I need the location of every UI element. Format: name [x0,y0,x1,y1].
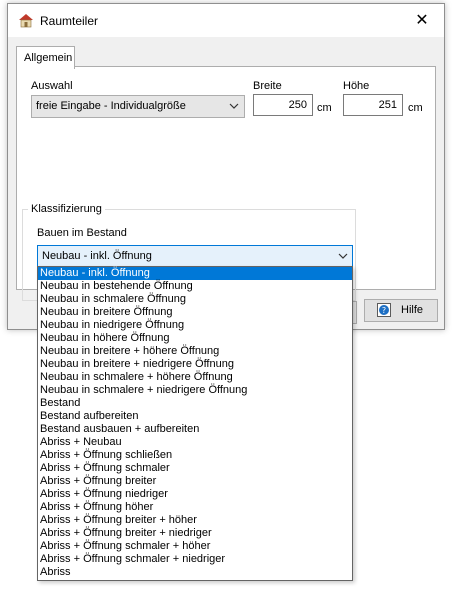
dropdown-option[interactable]: Abriss + Öffnung höher [38,501,352,514]
bauen-im-bestand-value: Neubau - inkl. Öffnung [42,250,152,262]
breite-label: Breite [253,80,282,92]
dropdown-option[interactable]: Neubau in niedrigere Öffnung [38,319,352,332]
klassifizierung-label: Klassifizierung [28,203,105,215]
bauen-im-bestand-dropdown-list[interactable]: Neubau - inkl. Öffnung Neubau in bestehe… [37,266,353,581]
hoehe-input[interactable]: 251 [343,94,403,116]
dropdown-option[interactable]: Neubau in bestehende Öffnung [38,280,352,293]
dropdown-option[interactable]: Abriss + Öffnung schließen [38,449,352,462]
help-icon: ? [377,303,391,317]
hoehe-unit: cm [408,102,423,114]
dropdown-option[interactable]: Abriss + Neubau [38,436,352,449]
dropdown-option[interactable]: Abriss + Öffnung schmaler + niedriger [38,553,352,566]
dropdown-option[interactable]: Abriss + Öffnung schmaler + höher [38,540,352,553]
dropdown-option[interactable]: Abriss + Öffnung breiter [38,475,352,488]
dropdown-option[interactable]: Neubau in breitere + höhere Öffnung [38,345,352,358]
dropdown-option[interactable]: Neubau in breitere + niedrigere Öffnung [38,358,352,371]
chevron-down-icon [229,103,239,109]
dropdown-option[interactable]: Neubau in schmalere + niedrigere Öffnung [38,384,352,397]
dropdown-option[interactable]: Abriss + Öffnung breiter + höher [38,514,352,527]
dropdown-option[interactable]: Bestand aufbereiten [38,410,352,423]
dropdown-option[interactable]: Abriss + Öffnung niedriger [38,488,352,501]
dropdown-option[interactable]: Neubau in höhere Öffnung [38,332,352,345]
chevron-down-icon [338,253,348,259]
hoehe-label: Höhe [343,80,370,92]
dropdown-option[interactable]: Neubau - inkl. Öffnung [38,267,352,280]
auswahl-label: Auswahl [31,80,73,92]
close-button[interactable]: ✕ [400,4,444,37]
breite-value: 250 [288,99,307,111]
svg-text:?: ? [382,306,386,315]
dropdown-option[interactable]: Abriss + Öffnung schmaler [38,462,352,475]
bauen-im-bestand-label: Bauen im Bestand [37,227,127,239]
window-title: Raumteiler [40,14,99,28]
dropdown-option[interactable]: Neubau in schmalere + höhere Öffnung [38,371,352,384]
help-label: Hilfe [401,304,424,316]
dropdown-option[interactable]: Abriss [38,566,352,579]
breite-input[interactable]: 250 [253,94,313,116]
hoehe-value: 251 [378,99,397,111]
auswahl-value: freie Eingabe - Individualgröße [36,100,186,112]
house-icon [19,14,33,28]
tab-allgemein[interactable]: Allgemein [16,46,75,69]
help-button[interactable]: ? Hilfe [364,299,438,322]
bauen-im-bestand-select[interactable]: Neubau - inkl. Öffnung [37,245,353,267]
dropdown-option[interactable]: Neubau in breitere Öffnung [38,306,352,319]
dropdown-option[interactable]: Abriss + Öffnung breiter + niedriger [38,527,352,540]
breite-unit: cm [317,102,332,114]
tab-label: Allgemein [24,52,73,64]
dropdown-option[interactable]: Neubau in schmalere Öffnung [38,293,352,306]
dropdown-option[interactable]: Bestand [38,397,352,410]
title-bar: Raumteiler ✕ [8,4,444,37]
auswahl-select[interactable]: freie Eingabe - Individualgröße [31,95,245,118]
dropdown-option[interactable]: Bestand ausbauen + aufbereiten [38,423,352,436]
